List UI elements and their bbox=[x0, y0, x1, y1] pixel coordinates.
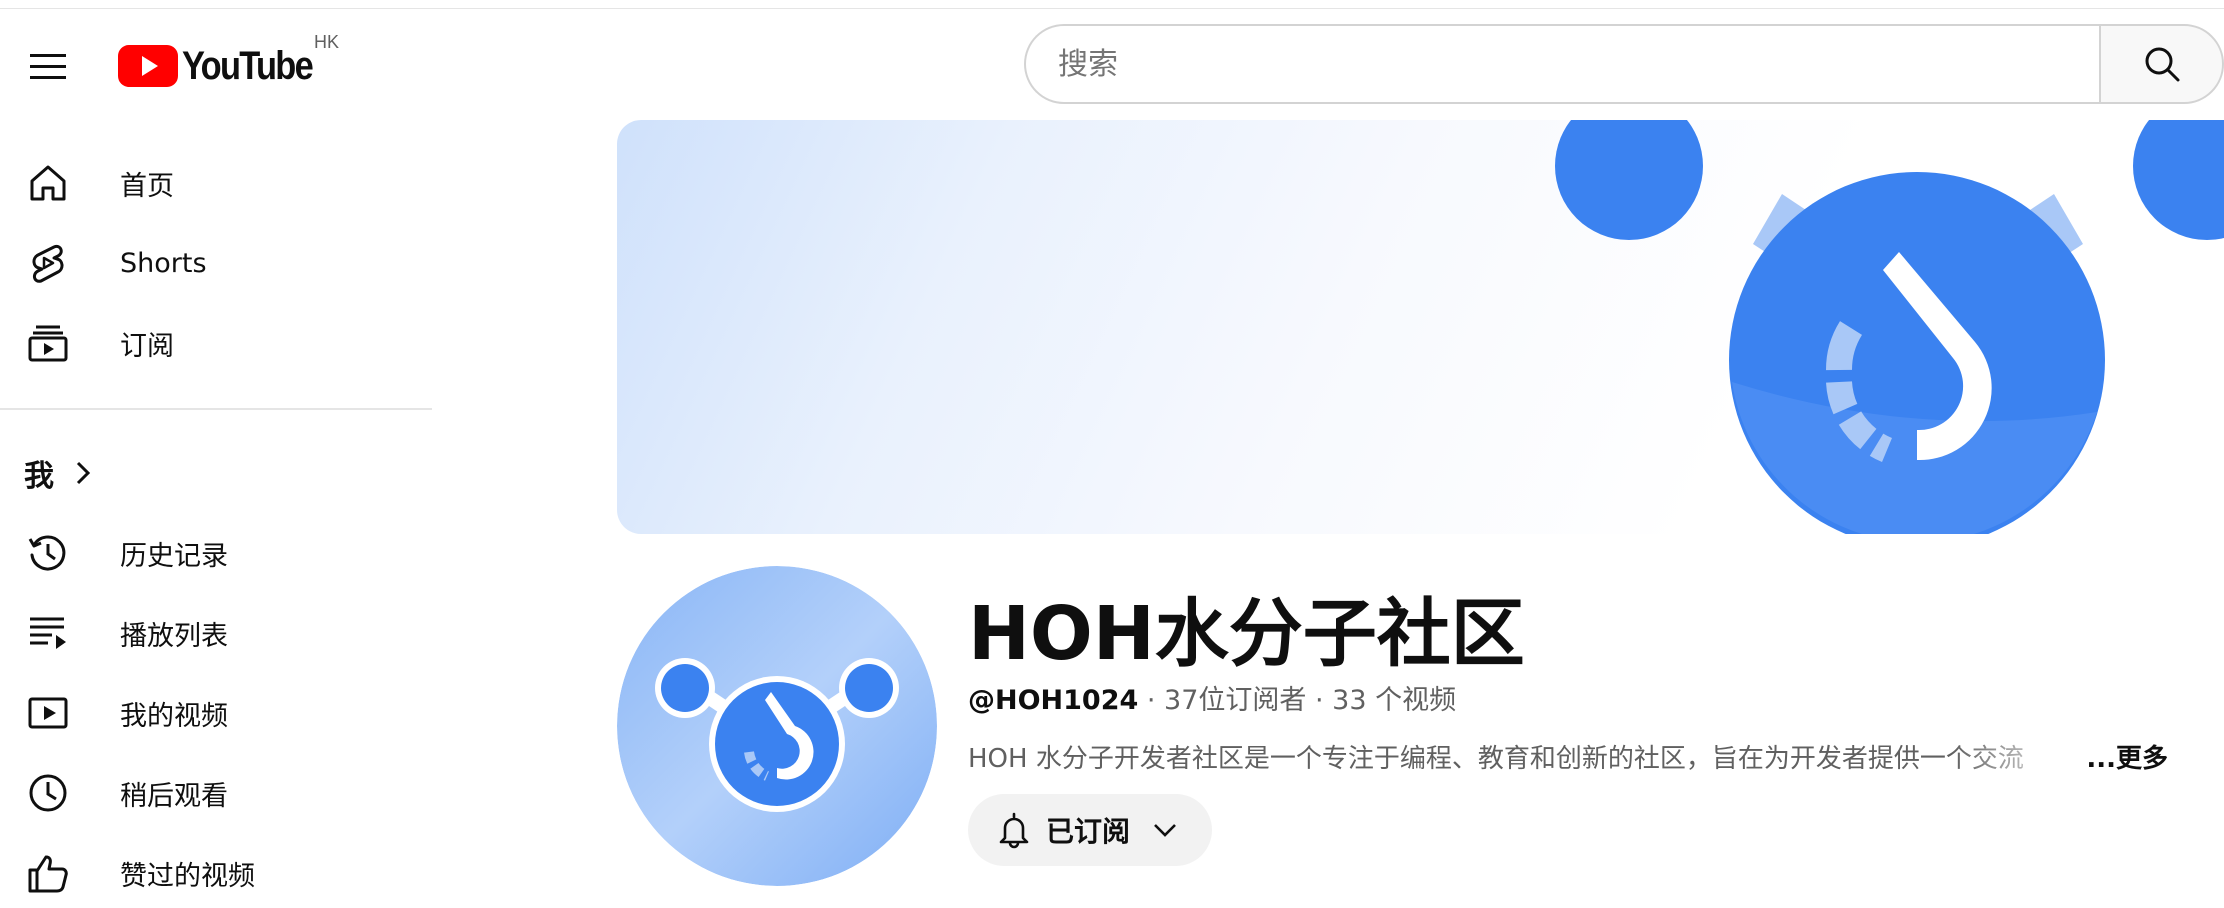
channel-avatar[interactable] bbox=[617, 566, 937, 886]
channel-description[interactable]: HOH 水分子开发者社区是一个专注于编程、教育和创新的社区，旨在为开发者提供一个… bbox=[968, 738, 2168, 775]
chevron-down-icon bbox=[1154, 824, 1176, 837]
sidebar-item-label: 稍后观看 bbox=[120, 780, 228, 812]
sidebar-me-header[interactable]: 我 bbox=[24, 448, 94, 498]
meta-separator: · bbox=[1306, 685, 1333, 716]
sidebar-item-watch-later[interactable]: 稍后观看 bbox=[0, 758, 430, 828]
subscriptions-icon bbox=[24, 319, 72, 367]
sidebar-divider bbox=[0, 408, 432, 410]
sidebar-item-playlists[interactable]: 播放列表 bbox=[0, 598, 430, 668]
molecule-logo-graphic bbox=[1555, 120, 2224, 534]
meta-separator: · bbox=[1138, 685, 1165, 716]
subscriber-count: 37位订阅者 bbox=[1164, 685, 1307, 716]
search-bar bbox=[1024, 24, 2224, 104]
sidebar-item-label: 订阅 bbox=[120, 330, 174, 362]
sidebar-item-label: Shorts bbox=[120, 247, 207, 279]
sidebar-item-shorts[interactable]: Shorts bbox=[0, 228, 430, 298]
top-border bbox=[0, 0, 2224, 9]
search-icon bbox=[2145, 47, 2180, 82]
menu-icon bbox=[30, 54, 66, 79]
sidebar-item-label: 播放列表 bbox=[120, 620, 228, 652]
liked-videos-icon bbox=[24, 849, 72, 897]
chevron-right-icon bbox=[76, 461, 91, 485]
video-count: 33 个视频 bbox=[1332, 685, 1457, 716]
search-input[interactable] bbox=[1024, 24, 2100, 104]
more-link[interactable]: ...更多 bbox=[2086, 738, 2168, 775]
sidebar-item-home[interactable]: 首页 bbox=[0, 148, 430, 218]
history-icon bbox=[24, 529, 72, 577]
bell-icon bbox=[999, 812, 1029, 849]
youtube-logo[interactable]: YouTube bbox=[118, 38, 333, 94]
me-label: 我 bbox=[24, 459, 54, 494]
channel-banner bbox=[617, 120, 2224, 534]
channel-handle: @HOH1024 bbox=[968, 685, 1139, 716]
sidebar-item-subscriptions[interactable]: 订阅 bbox=[0, 308, 430, 378]
watch-later-icon bbox=[24, 769, 72, 817]
description-text: HOH 水分子开发者社区是一个专注于编程、教育和创新的社区，旨在为开发者提供一个… bbox=[968, 744, 2024, 774]
my-videos-icon bbox=[24, 689, 72, 737]
search-button[interactable] bbox=[2099, 24, 2224, 104]
sidebar-item-label: 赞过的视频 bbox=[120, 860, 255, 892]
channel-name: HOH水分子社区 bbox=[968, 591, 1525, 677]
subscribed-label: 已订阅 bbox=[1046, 815, 1131, 848]
playlist-icon bbox=[24, 609, 72, 657]
home-icon bbox=[24, 159, 72, 207]
sidebar-item-label: 我的视频 bbox=[120, 700, 228, 732]
shorts-icon bbox=[24, 239, 72, 287]
sidebar-item-my-videos[interactable]: 我的视频 bbox=[0, 678, 430, 748]
sidebar-item-label: 首页 bbox=[120, 170, 174, 202]
sidebar-item-liked-videos[interactable]: 赞过的视频 bbox=[0, 838, 430, 908]
menu-button[interactable] bbox=[22, 40, 74, 92]
sidebar-item-label: 历史记录 bbox=[120, 540, 228, 572]
logo-text: YouTube bbox=[182, 43, 314, 88]
youtube-play-icon bbox=[118, 45, 178, 87]
avatar-molecule-icon bbox=[617, 566, 937, 886]
sidebar-item-history[interactable]: 历史记录 bbox=[0, 518, 430, 588]
subscribed-button[interactable]: 已订阅 bbox=[968, 794, 1212, 866]
region-code: HK bbox=[314, 32, 340, 52]
channel-meta: @HOH1024 · 37位订阅者 · 33 个视频 bbox=[968, 678, 1456, 717]
